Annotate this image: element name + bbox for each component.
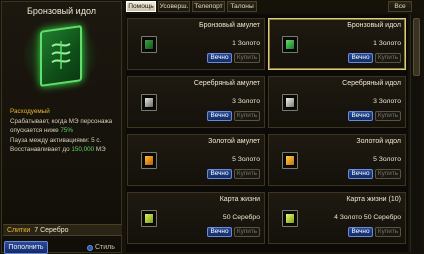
icon-fill — [285, 39, 295, 50]
item-title: Бронзовый идол — [26, 6, 97, 16]
forever-button[interactable]: Вечно — [207, 53, 232, 63]
desc-line: опускается ниже 75% — [10, 126, 120, 136]
shop-item-card[interactable]: Серебряный амулет 3 Золото Вечно Купить — [127, 76, 265, 128]
top-up-button[interactable]: Пополнить — [4, 241, 48, 254]
buy-button[interactable]: Купить — [234, 111, 260, 121]
item-price: 3 Золото — [232, 98, 260, 105]
item-price: 5 Золото — [232, 156, 260, 163]
shop-item-card[interactable]: Карта жизни (10) 4 Золото 50 Серебро Веч… — [268, 192, 406, 244]
forever-button[interactable]: Вечно — [348, 53, 373, 63]
bronze-amulet-icon — [141, 36, 157, 53]
forever-button[interactable]: Вечно — [348, 169, 373, 179]
forever-button[interactable]: Вечно — [348, 227, 373, 237]
silver-idol-icon — [282, 94, 298, 111]
item-name: Бронзовый идол — [347, 22, 401, 29]
forever-button[interactable]: Вечно — [207, 169, 232, 179]
item-name: Золотой идол — [356, 138, 401, 145]
desc-text: опускается ниже — [10, 127, 61, 134]
item-price: 50 Серебро — [222, 214, 260, 221]
buy-button[interactable]: Купить — [375, 53, 401, 63]
desc-text: МЭ — [94, 146, 106, 153]
buy-button[interactable]: Купить — [234, 169, 260, 179]
bronze-idol-icon — [282, 36, 298, 53]
tab-help[interactable]: Помощь — [126, 1, 156, 12]
shop-item-card[interactable]: Серебряный идол 3 Золото Вечно Купить — [268, 76, 406, 128]
desc-line: Срабатывает, когда МЭ персонажа — [10, 117, 113, 125]
shop-item-card[interactable]: Бронзовый идол 1 Золото Вечно Купить — [268, 18, 406, 70]
filter-all-button[interactable]: Все — [388, 1, 412, 12]
shop-item-card[interactable]: Карта жизни 50 Серебро Вечно Купить — [127, 192, 265, 244]
forever-button[interactable]: Вечно — [207, 227, 232, 237]
life-card-icon — [141, 210, 157, 227]
item-preview-image — [22, 18, 98, 92]
icon-fill — [144, 97, 154, 108]
currency-row: Слитки 7 Серебро — [3, 224, 122, 236]
item-type: Расходуемый — [10, 108, 50, 115]
item-description: Расходуемый Срабатывает, когда МЭ персон… — [10, 107, 120, 155]
item-name: Карта жизни — [219, 196, 260, 203]
life-card-bundle-icon — [282, 210, 298, 227]
item-detail-panel: Бронзовый идол Расходуемый Срабатывает, … — [1, 1, 122, 254]
style-button[interactable]: Стиль — [86, 241, 121, 254]
buy-button[interactable]: Купить — [375, 169, 401, 179]
desc-line: Пауза между активациями: 5 с. — [10, 136, 102, 144]
forever-button[interactable]: Вечно — [348, 111, 373, 121]
scroll-thumb[interactable] — [413, 18, 420, 76]
icon-fill — [285, 155, 295, 166]
item-name: Серебряный амулет — [193, 80, 260, 87]
desc-threshold: 75% — [60, 127, 74, 134]
item-name: Бронзовый амулет — [199, 22, 260, 29]
style-radio-icon — [87, 245, 93, 251]
icon-fill — [285, 213, 295, 224]
icon-fill — [285, 97, 295, 108]
item-price: 3 Золото — [373, 98, 401, 105]
icon-fill — [144, 39, 154, 50]
silver-amulet-icon — [141, 94, 157, 111]
tab-teleport[interactable]: Телепорт — [192, 1, 225, 12]
item-name: Серебряный идол — [342, 80, 401, 87]
item-price: 1 Золото — [373, 40, 401, 47]
item-grid: Бронзовый амулет 1 Золото Вечно Купить Б… — [126, 14, 408, 252]
currency-value: 7 Серебро — [34, 227, 69, 234]
shop-item-card[interactable]: Золотой амулет 5 Золото Вечно Купить — [127, 134, 265, 186]
gold-idol-icon — [282, 152, 298, 169]
forever-button[interactable]: Вечно — [207, 111, 232, 121]
buy-button[interactable]: Купить — [375, 227, 401, 237]
tab-upgrade[interactable]: Усоверш. — [158, 1, 190, 12]
item-price: 1 Золото — [232, 40, 260, 47]
icon-fill — [144, 213, 154, 224]
rune-symbol-icon — [51, 40, 71, 70]
currency-label: Слитки — [7, 227, 31, 234]
shop-item-card[interactable]: Золотой идол 5 Золото Вечно Купить — [268, 134, 406, 186]
item-price: 4 Золото 50 Серебро — [334, 214, 401, 221]
tab-coupons[interactable]: Талоны — [227, 1, 257, 12]
item-price: 5 Золото — [373, 156, 401, 163]
item-name: Карта жизни (10) — [346, 196, 401, 203]
shop-item-card[interactable]: Бронзовый амулет 1 Золото Вечно Купить — [127, 18, 265, 70]
gold-amulet-icon — [141, 152, 157, 169]
desc-amount: 150,000 — [71, 146, 95, 153]
desc-text: Восстанавливает до — [10, 146, 72, 153]
item-name: Золотой амулет — [208, 138, 260, 145]
buy-button[interactable]: Купить — [234, 227, 260, 237]
icon-fill — [144, 155, 154, 166]
buy-button[interactable]: Купить — [375, 111, 401, 121]
style-label: Стиль — [95, 244, 115, 251]
green-book-icon — [40, 25, 82, 87]
buy-button[interactable]: Купить — [234, 53, 260, 63]
grid-scrollbar[interactable] — [410, 14, 422, 252]
desc-line: Восстанавливает до 150,000 МЭ — [10, 145, 120, 155]
